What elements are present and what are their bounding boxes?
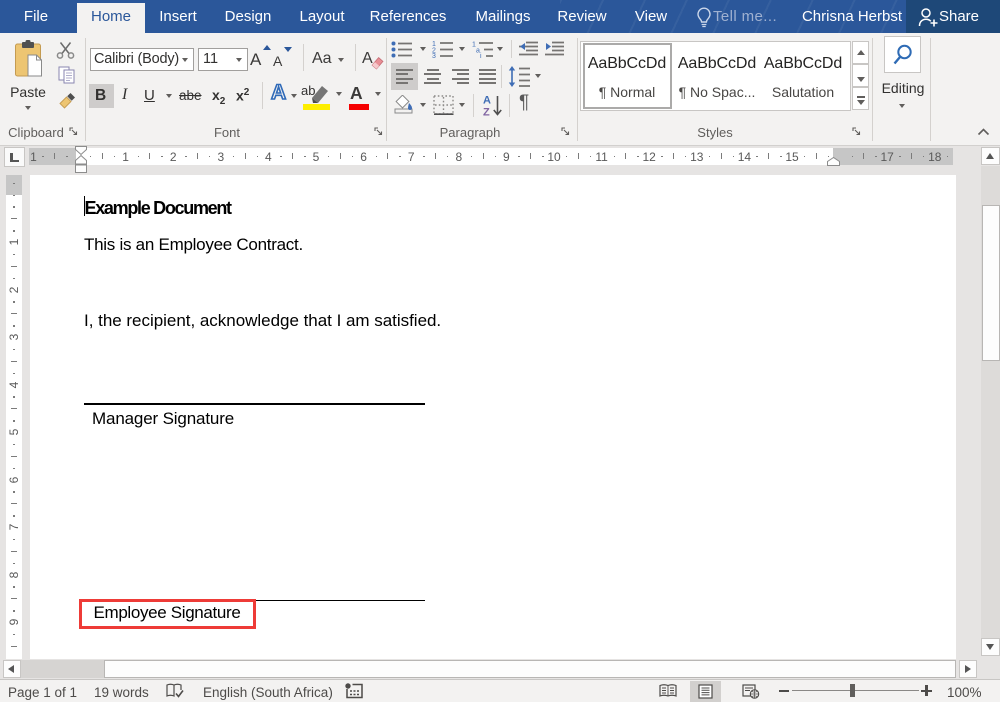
svg-text:i: i bbox=[480, 53, 482, 58]
svg-text:A: A bbox=[483, 95, 491, 107]
svg-text:3: 3 bbox=[432, 53, 436, 58]
svg-text:Z: Z bbox=[483, 107, 490, 118]
